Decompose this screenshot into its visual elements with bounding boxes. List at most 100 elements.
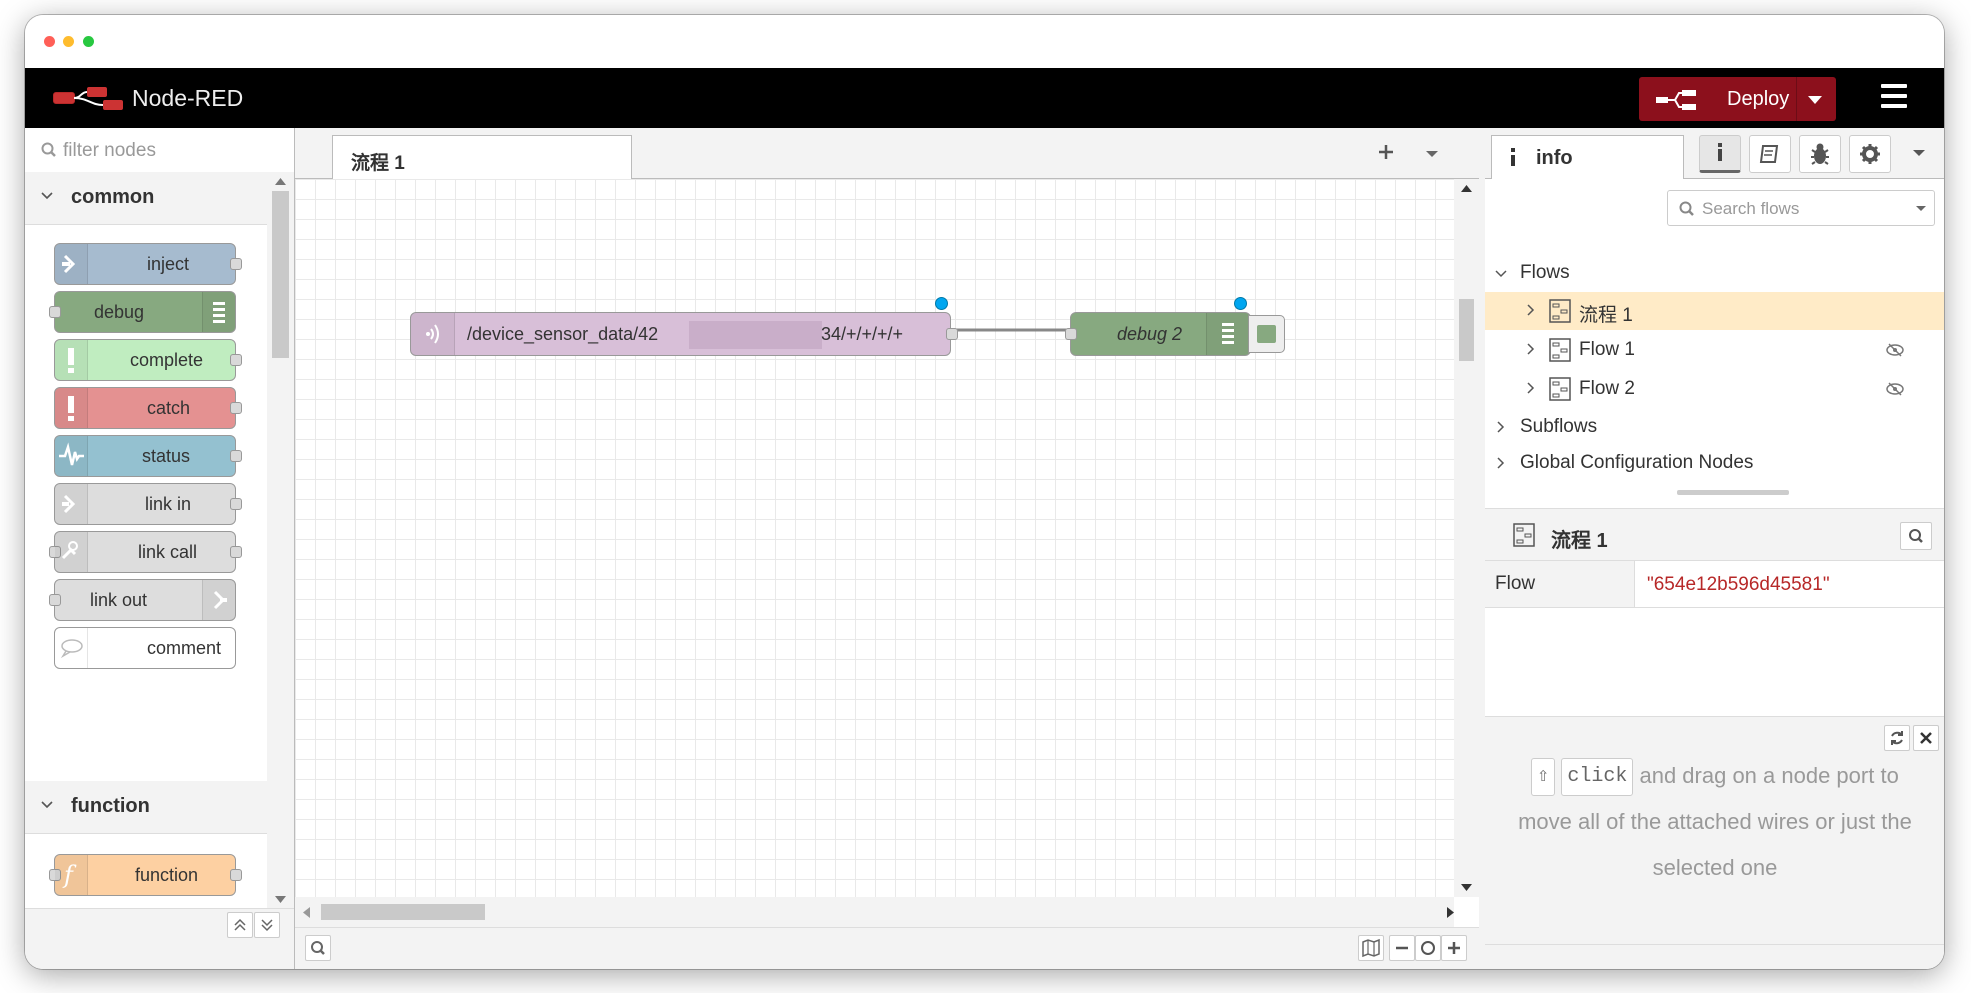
filter-nodes-input[interactable]: filter nodes [25,128,294,173]
search-workspace-button[interactable] [305,935,331,961]
svg-text:f: f [62,861,77,889]
workspace-tabs-menu-caret-icon[interactable] [1426,151,1438,157]
minimize-window-button[interactable] [63,36,74,47]
changed-indicator-dot [1234,297,1247,310]
zoom-in-button[interactable] [1441,935,1467,961]
eye-slash-icon[interactable] [1885,382,1905,396]
function-icon: f [55,855,88,895]
debug-tab-button[interactable] [1799,135,1841,173]
output-port[interactable] [230,546,242,558]
info-tab-button[interactable] [1699,135,1741,173]
mqtt-topic-label: /device_sensor_data/42 [467,324,659,344]
tree-section-global-config[interactable]: Global Configuration Nodes [1485,444,1944,482]
debug-toggle-button[interactable] [1248,315,1285,353]
scroll-up-icon[interactable] [275,178,286,185]
app-window: Node-RED Deploy filter nodes common inje… [25,15,1944,969]
info-search-button[interactable] [1900,522,1932,550]
debug-list-icon [202,292,235,332]
palette-scroll-thumb[interactable] [272,191,289,358]
input-port[interactable] [49,594,61,606]
search-flows-input[interactable]: Search flows [1667,190,1935,226]
flow-node-debug-2[interactable]: debug 2 [1065,312,1251,356]
node-label: link out [90,590,148,610]
help-tab-button[interactable] [1749,135,1791,173]
canvas-horizontal-scrollbar[interactable] [295,897,1454,927]
output-port[interactable] [230,258,242,270]
category-label: function [71,795,150,817]
eye-slash-icon[interactable] [1885,343,1905,357]
zoom-out-button[interactable] [1389,935,1415,961]
sidebar-resize-handle[interactable] [1677,490,1789,495]
tab-label: 流程 1 [351,153,405,174]
chevron-right-icon [1497,457,1505,469]
output-port[interactable] [230,402,242,414]
node-label: debug [94,302,145,322]
navigator-button[interactable] [1358,935,1384,961]
refresh-tip-button[interactable] [1884,725,1910,751]
search-icon [311,941,325,955]
tree-item-flow-1-cn[interactable]: 流程 1 [1485,292,1944,330]
palette-node-inject[interactable]: inject [54,243,242,285]
info-header: 流程 1 [1485,508,1944,561]
vertical-scroll-thumb[interactable] [1459,299,1474,361]
zoom-reset-button[interactable] [1415,935,1441,961]
tree-item-flow-2[interactable]: Flow 2 [1485,370,1944,408]
tab-info[interactable]: info [1491,135,1684,179]
deploy-button[interactable]: Deploy [1639,77,1836,121]
canvas-vertical-scrollbar[interactable] [1454,179,1479,897]
palette-node-complete[interactable]: complete [54,339,242,381]
flow-canvas[interactable]: /device_sensor_data/42 34/+/+/+/+ debug … [295,179,1454,897]
wire[interactable] [295,179,1454,897]
output-port[interactable] [230,498,242,510]
sidebar-tabbar: info [1485,128,1944,179]
search-options-caret-icon[interactable] [1916,206,1926,211]
palette-node-link-in[interactable]: link in [54,483,242,525]
expand-all-button[interactable] [254,912,280,938]
deploy-label: Deploy [1727,88,1790,110]
palette-node-link-call[interactable]: link call [49,531,242,573]
flow-node-mqtt-in[interactable]: /device_sensor_data/42 34/+/+/+/+ [410,312,958,356]
palette-node-debug[interactable]: debug [49,291,236,333]
collapse-all-button[interactable] [227,912,253,938]
palette-node-link-out[interactable]: link out [49,579,236,621]
main-menu-hamburger-icon[interactable] [1881,84,1907,108]
output-port[interactable] [230,869,242,881]
workspace-footer [295,927,1479,969]
deploy-menu-caret-icon[interactable] [1808,96,1822,104]
scroll-down-icon[interactable] [1461,884,1472,891]
output-port[interactable] [946,328,958,340]
scroll-right-icon[interactable] [1447,907,1454,918]
double-chevron-down-icon [261,919,273,932]
close-tips-button[interactable] [1913,725,1939,751]
palette-category-common[interactable]: common [25,172,267,225]
scroll-down-icon[interactable] [275,896,286,903]
palette-node-function[interactable]: f function [49,854,242,896]
close-window-button[interactable] [44,36,55,47]
add-flow-plus-icon[interactable] [1377,143,1395,161]
output-port[interactable] [230,354,242,366]
horizontal-scroll-thumb[interactable] [321,904,485,920]
maximize-window-button[interactable] [83,36,94,47]
double-chevron-up-icon [234,918,246,931]
config-tab-button[interactable] [1849,135,1891,173]
input-port[interactable] [1065,328,1077,340]
scroll-left-icon[interactable] [303,907,310,918]
tab-flow-1[interactable]: 流程 1 [332,135,632,179]
tree-label: Flow 1 [1579,339,1635,360]
deploy-icon [1656,90,1696,110]
palette-node-comment[interactable]: comment [54,627,236,669]
output-port[interactable] [230,450,242,462]
chevron-right-icon [1527,343,1535,355]
palette-category-function[interactable]: function [25,781,267,834]
palette-scrollbar[interactable] [267,172,294,908]
input-port[interactable] [49,306,61,318]
chevron-down-icon [1495,270,1507,278]
tree-item-flow-1[interactable]: Flow 1 [1485,331,1944,369]
tree-section-flows[interactable]: Flows [1485,254,1944,292]
scroll-up-icon[interactable] [1461,185,1472,192]
palette-node-catch[interactable]: catch [54,387,242,429]
gear-icon [1860,144,1880,164]
palette-node-status[interactable]: status [54,435,242,477]
tree-section-subflows[interactable]: Subflows [1485,408,1944,446]
sidebar-menu-caret-icon[interactable] [1913,150,1925,156]
